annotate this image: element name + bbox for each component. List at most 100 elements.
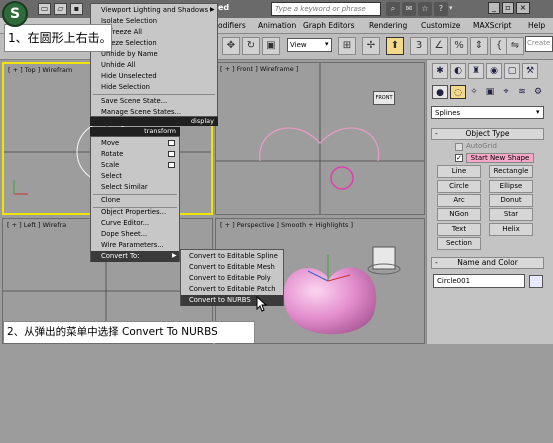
menu-item-hide-unselected[interactable]: Hide Unselected — [91, 71, 217, 82]
help-icon[interactable]: ? — [434, 2, 448, 16]
lights-icon[interactable]: ✧ — [466, 85, 482, 99]
autogrid-checkbox[interactable] — [455, 143, 463, 151]
helix-button[interactable]: Helix — [489, 223, 533, 236]
help-dropdown-icon[interactable]: ▾ — [449, 4, 453, 12]
menu-item-viewport-lighting[interactable]: Viewport Lighting and Shadows — [91, 5, 217, 16]
communication-icon[interactable]: ✉ — [402, 2, 416, 16]
name-and-color-title: Name and Color — [457, 258, 518, 267]
menu-help[interactable]: Help — [528, 21, 545, 30]
select-rotate-icon[interactable]: ↻ — [242, 37, 260, 55]
menu-item-convert-editable-spline[interactable]: Convert to Editable Spline — [181, 251, 283, 262]
menu-item-convert-editable-poly[interactable]: Convert to Editable Poly — [181, 273, 283, 284]
window-title: ed — [218, 3, 230, 12]
start-new-shape-button[interactable]: Start New Shape — [466, 153, 534, 163]
named-selection-input[interactable]: Create — [525, 36, 553, 52]
menu-item-wire-parameters[interactable]: Wire Parameters... — [91, 240, 179, 251]
move-settings-icon[interactable] — [168, 140, 175, 146]
menu-item-move[interactable]: Move — [91, 138, 179, 149]
ngon-button[interactable]: NGon — [437, 208, 481, 221]
chevron-down-icon[interactable]: ▾ — [325, 40, 329, 48]
donut-button[interactable]: Donut — [489, 194, 533, 207]
menu-item-convert-editable-mesh[interactable]: Convert to Editable Mesh — [181, 262, 283, 273]
pivot-center-icon[interactable]: ⊞ — [338, 37, 356, 55]
section-button[interactable]: Section — [437, 237, 481, 250]
menu-item-convert-editable-patch[interactable]: Convert to Editable Patch — [181, 284, 283, 295]
category-chevron-icon[interactable]: ▾ — [536, 108, 540, 116]
space-warps-icon[interactable]: ≋ — [514, 85, 530, 99]
select-scale-icon[interactable]: ▣ — [262, 37, 280, 55]
menu-graph-editors[interactable]: Graph Editors — [303, 21, 355, 30]
minimize-icon[interactable]: _ — [488, 2, 500, 14]
viewport-front[interactable]: [ + ] Front ] Wireframe ] FRONT — [215, 62, 425, 215]
favorites-icon[interactable]: ☆ — [418, 2, 432, 16]
object-type-rollout[interactable]: - Object Type — [431, 128, 544, 140]
search-input[interactable]: Type a keyword or phrase — [271, 2, 381, 16]
helpers-icon[interactable]: ⌖ — [498, 85, 514, 99]
restore-icon[interactable]: ▫ — [502, 2, 514, 14]
menu-item-convert-to[interactable]: Convert To: — [91, 251, 179, 262]
circle-button[interactable]: Circle — [437, 180, 481, 193]
menu-maxscript[interactable]: MAXScript — [473, 21, 512, 30]
menu-item-save-scene-state[interactable]: Save Scene State... — [91, 96, 217, 107]
menu-item-select-similar[interactable]: Select Similar — [91, 182, 179, 193]
text-button[interactable]: Text — [437, 223, 481, 236]
menu-animation[interactable]: Animation — [258, 21, 296, 30]
app-logo[interactable]: S — [2, 1, 28, 27]
quad-menu-display: Viewport Lighting and Shadows ▶ Isolate … — [90, 3, 218, 117]
scale-settings-icon[interactable] — [168, 162, 175, 168]
menu-item-curve-editor[interactable]: Curve Editor... — [91, 218, 179, 229]
create-tab-icon[interactable]: ✱ — [432, 63, 448, 79]
percent-snap-icon[interactable]: % — [450, 37, 468, 55]
utilities-tab-icon[interactable]: ⚒ — [522, 63, 538, 79]
menu-item-scale[interactable]: Scale — [91, 160, 179, 171]
start-new-shape-checkbox[interactable]: ✓ — [455, 154, 463, 162]
collapse-icon: - — [435, 258, 438, 267]
cameras-icon[interactable]: ▣ — [482, 85, 498, 99]
geometry-icon[interactable]: ● — [432, 85, 448, 99]
name-and-color-rollout[interactable]: - Name and Color — [431, 257, 544, 269]
mirror-icon[interactable]: ⇋ — [506, 37, 524, 55]
object-category-select[interactable]: Splines — [431, 106, 544, 119]
menu-item-clone[interactable]: Clone — [91, 195, 179, 206]
autogrid-label: AutoGrid — [466, 142, 497, 150]
menu-item-rotate[interactable]: Rotate — [91, 149, 179, 160]
menu-item-dope-sheet[interactable]: Dope Sheet... — [91, 229, 179, 240]
menu-item-object-properties[interactable]: Object Properties... — [91, 207, 179, 218]
object-color-swatch[interactable] — [529, 275, 543, 288]
rotate-settings-icon[interactable] — [168, 151, 175, 157]
star-button[interactable]: Star — [489, 208, 533, 221]
close-icon[interactable]: × — [516, 2, 530, 14]
menu-item-unhide-all[interactable]: Unhide All — [91, 60, 217, 71]
viewcube[interactable]: FRONT — [373, 91, 395, 105]
quad-label-transform: transform — [90, 127, 180, 136]
shapes-icon[interactable]: ◌ — [450, 85, 466, 99]
rectangle-button[interactable]: Rectangle — [489, 165, 533, 178]
spinner-snap-icon[interactable]: ⇕ — [470, 37, 488, 55]
menu-item-hide-selection[interactable]: Hide Selection — [91, 82, 217, 93]
keyboard-shortcut-override-icon[interactable]: ⬆ — [386, 37, 404, 55]
menu-customize[interactable]: Customize — [421, 21, 460, 30]
display-tab-icon[interactable]: ▢ — [504, 63, 520, 79]
front-view-shape — [216, 63, 424, 214]
modify-tab-icon[interactable]: ◐ — [450, 63, 466, 79]
angle-snap-icon[interactable]: ∠ — [430, 37, 448, 55]
new-file-icon[interactable]: ▭ — [38, 3, 51, 15]
line-button[interactable]: Line — [437, 165, 481, 178]
menu-item-select[interactable]: Select — [91, 171, 179, 182]
select-move-icon[interactable]: ✥ — [222, 37, 240, 55]
motion-tab-icon[interactable]: ◉ — [486, 63, 502, 79]
ellipse-button[interactable]: Ellipse — [489, 180, 533, 193]
save-file-icon[interactable]: ▪ — [70, 3, 83, 15]
menu-separator — [93, 94, 215, 95]
hierarchy-tab-icon[interactable]: ♜ — [468, 63, 484, 79]
object-name-input[interactable]: Circle001 — [433, 274, 525, 288]
systems-icon[interactable]: ⚙ — [530, 85, 546, 99]
select-manipulate-icon[interactable]: ✢ — [362, 37, 380, 55]
snaps-toggle-icon[interactable]: 3 — [410, 37, 428, 55]
quad-menu-transform: Move Rotate Scale Select Select Similar … — [90, 136, 180, 262]
menu-modifiers[interactable]: odifiers — [218, 21, 246, 30]
arc-button[interactable]: Arc — [437, 194, 481, 207]
menu-rendering[interactable]: Rendering — [369, 21, 407, 30]
open-file-icon[interactable]: ▱ — [54, 3, 67, 15]
search-icon[interactable]: ⌕ — [386, 2, 400, 16]
